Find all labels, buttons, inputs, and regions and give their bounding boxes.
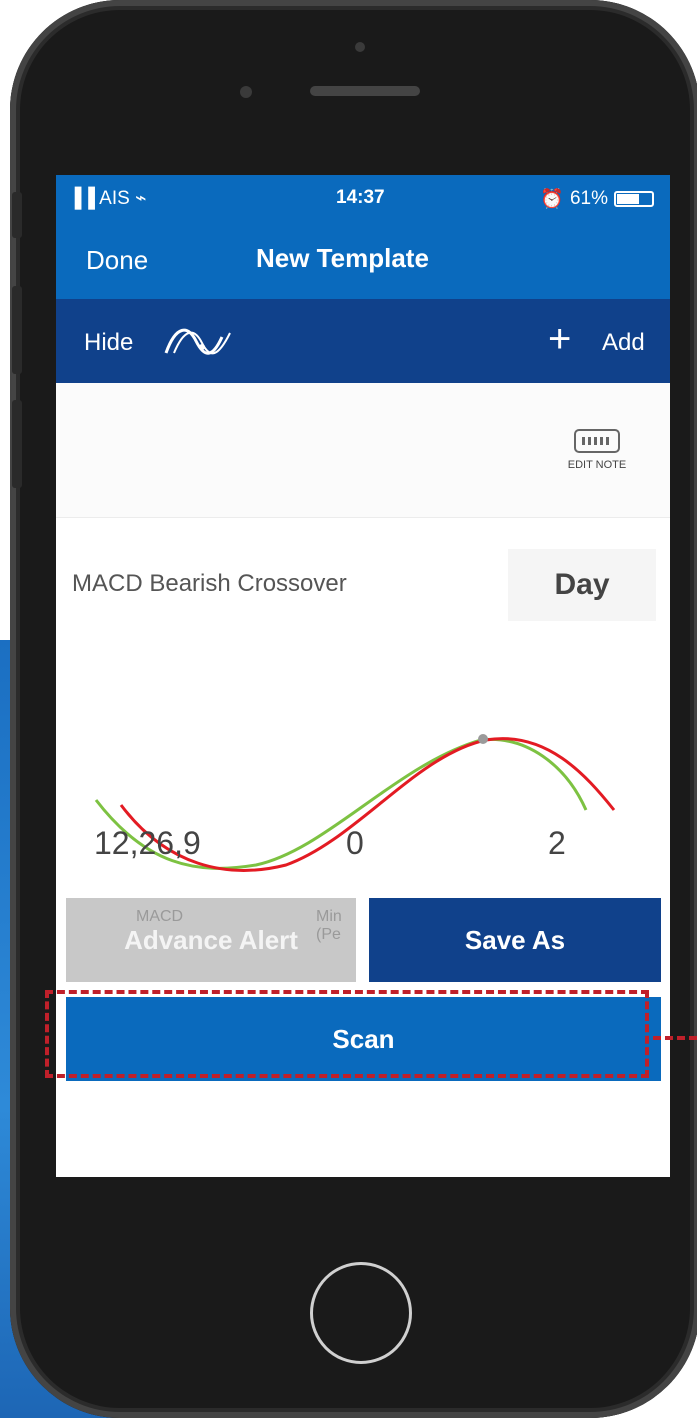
status-bar: ▐▐ AIS ⌁ 14:37 ⏰ 61% — [56, 175, 670, 219]
scan-highlight-box — [45, 990, 649, 1078]
divider — [56, 517, 670, 518]
navigation-bar: Done New Template — [56, 219, 670, 299]
battery-icon — [614, 191, 654, 207]
min-period-value[interactable]: 0 — [346, 825, 364, 862]
save-as-label: Save As — [464, 924, 566, 955]
advance-alert-button[interactable]: MACD Min (Pe Advance Alert — [66, 898, 356, 982]
volume-down-button — [12, 400, 22, 488]
wave-indicator-icon[interactable] — [164, 323, 234, 359]
add-icon[interactable]: + — [548, 319, 571, 359]
wifi-icon: ⌁ — [135, 188, 147, 209]
indicator-name: MACD Bearish Crossover — [72, 570, 347, 597]
min-period-caption: Min (Pe — [316, 908, 342, 943]
alarm-icon: ⏰ — [540, 189, 564, 210]
front-camera — [355, 42, 365, 52]
phone-frame: ▐▐ AIS ⌁ 14:37 ⏰ 61% Done New Template H… — [10, 0, 697, 1418]
carrier-info: ▐▐ AIS ⌁ — [68, 187, 147, 210]
parameter-row: 12,26,9 0 2 — [56, 825, 670, 885]
volume-up-button — [12, 286, 22, 374]
save-as-button[interactable]: Save As — [369, 898, 661, 982]
battery-percent: 61% — [569, 188, 608, 209]
crossover-point — [478, 734, 488, 744]
keyboard-icon — [574, 429, 620, 453]
macd-params-value[interactable]: 12,26,9 — [94, 825, 201, 862]
edit-note-button[interactable]: EDIT NOTE — [562, 429, 632, 471]
carrier-label: AIS — [99, 188, 130, 209]
status-right: ⏰ 61% — [540, 187, 654, 211]
home-button[interactable] — [310, 1262, 412, 1364]
highlight-connector — [653, 1036, 697, 1040]
signal-icon: ▐▐ — [68, 188, 95, 209]
third-param-value[interactable]: 2 — [548, 825, 566, 862]
note-area: EDIT NOTE — [56, 383, 670, 517]
page-title: New Template — [256, 243, 429, 273]
earpiece-speaker — [310, 86, 420, 96]
period-selector[interactable]: Day — [508, 549, 656, 621]
edit-note-label: EDIT NOTE — [567, 459, 627, 471]
proximity-sensor — [240, 86, 252, 98]
add-button[interactable]: Add — [602, 329, 645, 357]
done-button[interactable]: Done — [86, 245, 148, 276]
hide-button[interactable]: Hide — [84, 329, 133, 357]
macd-caption: MACD — [136, 908, 184, 925]
clock: 14:37 — [336, 187, 385, 208]
mute-switch — [12, 192, 22, 238]
advance-alert-label: Advance Alert — [124, 924, 298, 955]
indicator-toolbar: Hide + Add — [56, 299, 670, 383]
